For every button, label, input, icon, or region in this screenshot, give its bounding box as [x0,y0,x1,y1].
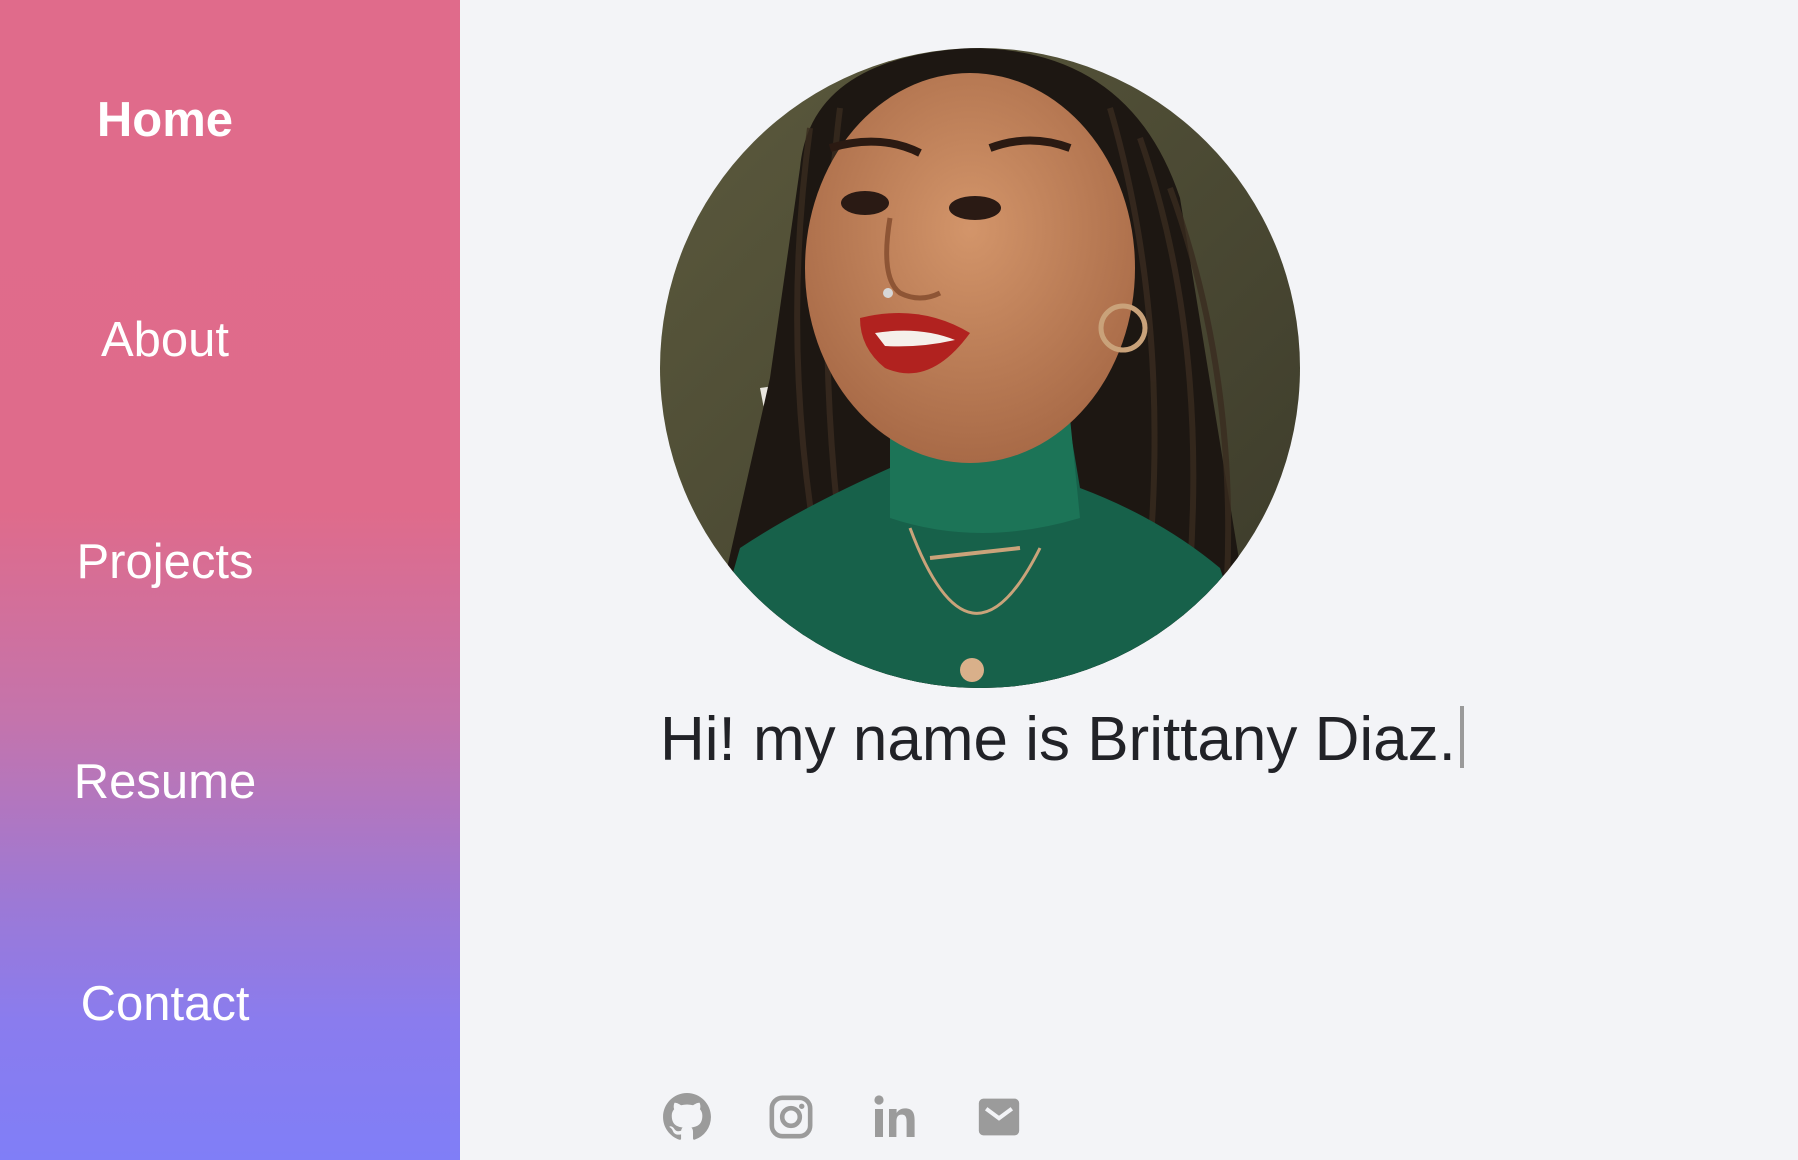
nav-item-home[interactable]: Home [0,90,330,150]
typing-cursor [1459,706,1464,768]
github-link[interactable] [660,1090,714,1144]
email-icon [978,1098,1020,1136]
instagram-icon [769,1095,813,1139]
linkedin-icon [874,1095,915,1137]
intro-text: Hi! my name is Brittany Diaz. [660,705,1456,774]
github-icon [663,1093,711,1140]
main-content: Hi! my name is Brittany Diaz. [460,0,1798,1160]
nav-item-about[interactable]: About [0,310,330,370]
nav-item-resume[interactable]: Resume [0,752,330,812]
instagram-link[interactable] [764,1090,818,1144]
email-link[interactable] [972,1090,1026,1144]
social-links [660,1090,1076,1144]
nav-item-projects[interactable]: Projects [0,532,330,592]
profile-photo [660,48,1300,688]
intro-heading: Hi! my name is Brittany Diaz. [660,700,1464,780]
nav-item-contact[interactable]: Contact [0,974,330,1034]
linkedin-link[interactable] [868,1090,922,1144]
sidebar-nav: Home About Projects Resume Contact [0,0,460,1160]
